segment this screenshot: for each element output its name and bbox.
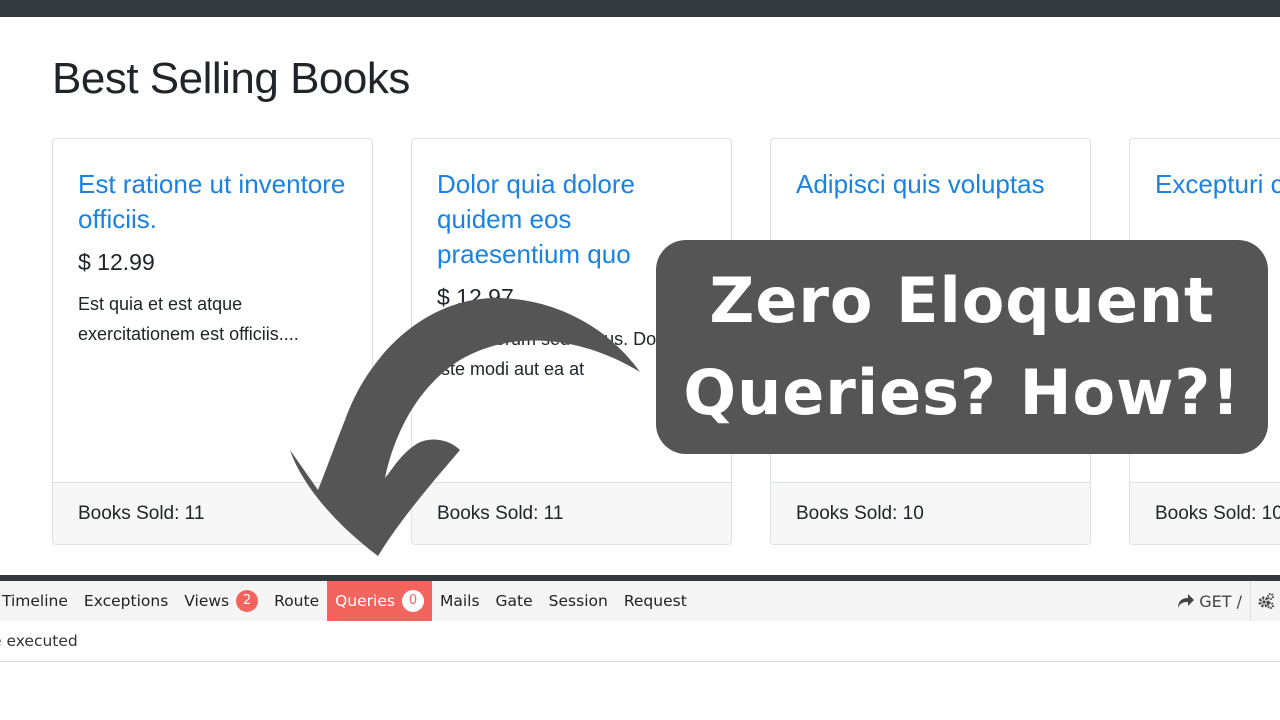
route-info[interactable]: GET / [1177,592,1250,611]
queries-count-badge: 0 [401,590,424,612]
page-title: Best Selling Books [52,54,410,103]
tab-label: Exceptions [83,592,169,610]
tab-label: Session [548,592,608,610]
book-excerpt: Est quia et est atque exercitationem est… [78,294,299,344]
books-sold: Books Sold: 11 [412,482,731,544]
gears-icon [1258,593,1274,609]
queries-status-text: e executed [0,632,78,650]
book-price: $ 12.99 [78,249,155,275]
debugbar: Timeline Exceptions Views 2 Route Queries… [0,575,1280,621]
tab-label: Route [274,592,320,610]
tab-label: Request [623,592,687,610]
tab-mails[interactable]: Mails [432,581,488,621]
headline-overlay: Zero Eloquent Queries? How?! [656,240,1268,454]
tab-queries[interactable]: Queries 0 [327,581,432,621]
queries-panel: e executed [0,621,1280,662]
book-title-link[interactable]: Excepturi cum ea qu [1155,167,1280,202]
tab-views[interactable]: Views 2 [176,581,266,621]
book-title-link[interactable]: Est ratione ut inventore officiis. [78,167,347,237]
share-arrow-icon [1178,594,1195,608]
tab-exceptions[interactable]: Exceptions [76,581,176,621]
book-card: Est ratione ut inventore officiis. $ 12.… [52,138,373,545]
settings-button[interactable] [1250,581,1280,621]
tab-label: Views [184,592,230,610]
books-sold: Books Sold: 10 [771,482,1090,544]
route-label: GET / [1199,591,1242,611]
tab-label: Queries [335,592,395,610]
headline-line-2: Queries? How?! [683,356,1241,429]
books-sold: Books Sold: 11 [53,482,372,544]
views-count-badge: 2 [236,590,259,612]
headline-line-1: Zero Eloquent [709,264,1215,337]
tab-label: Timeline [2,592,68,610]
books-sold: Books Sold: 10 [1130,482,1280,544]
tab-label: Mails [439,592,480,610]
tab-request[interactable]: Request [616,581,695,621]
tab-timeline[interactable]: Timeline [0,581,76,621]
tab-session[interactable]: Session [541,581,616,621]
debugbar-tabs: Timeline Exceptions Views 2 Route Queries… [0,581,695,621]
tab-route[interactable]: Route [266,581,327,621]
tab-gate[interactable]: Gate [488,581,541,621]
tab-label: Gate [495,592,533,610]
book-title-link[interactable]: Adipisci quis voluptas [796,167,1065,202]
debugbar-right: GET / [1177,581,1280,621]
top-navbar [0,0,1280,17]
